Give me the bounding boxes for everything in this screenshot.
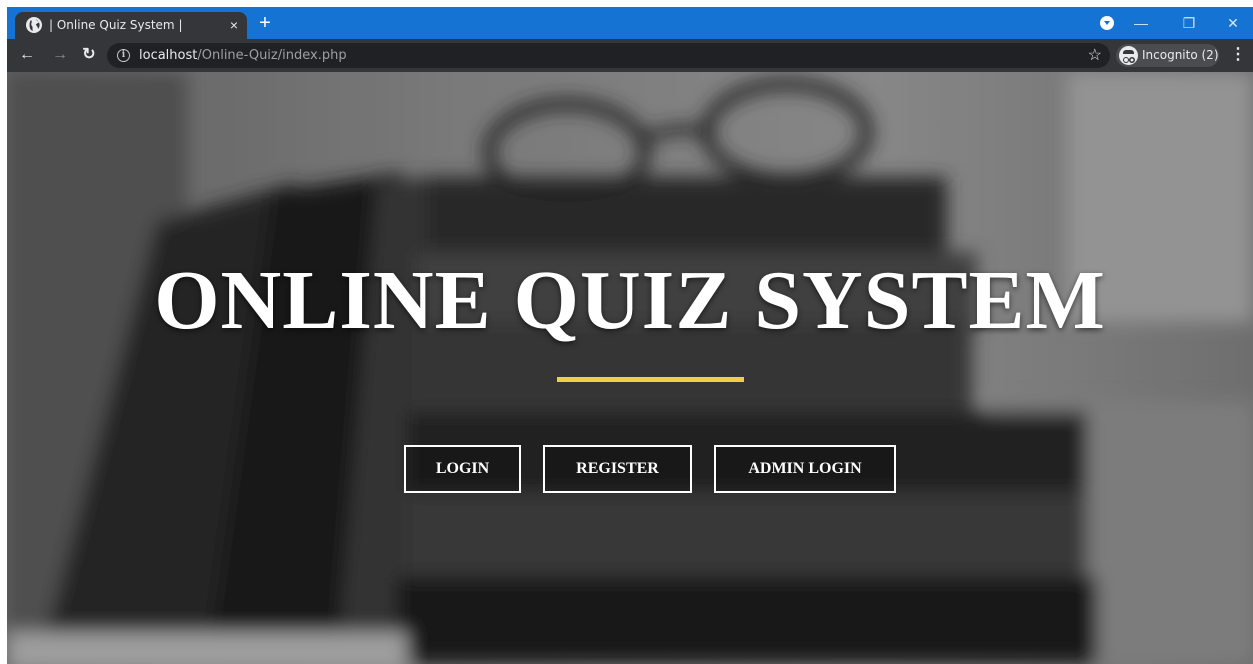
- admin-login-button[interactable]: ADMIN LOGIN: [714, 445, 896, 493]
- globe-icon: [26, 17, 42, 33]
- browser-toolbar: ← → ↻ i localhost/Online-Quiz/index.php …: [7, 39, 1253, 72]
- new-tab-button[interactable]: +: [255, 13, 275, 34]
- arrow-right-icon[interactable]: →: [50, 45, 70, 65]
- info-icon[interactable]: i: [117, 49, 130, 62]
- url-text[interactable]: localhost/Online-Quiz/index.php: [139, 48, 347, 63]
- incognito-badge[interactable]: Incognito (2): [1116, 44, 1219, 67]
- kebab-menu-icon[interactable]: ⋮: [1230, 45, 1246, 65]
- close-icon[interactable]: ✕: [1219, 13, 1247, 33]
- incognito-icon: [1119, 46, 1138, 65]
- login-button[interactable]: LOGIN: [404, 445, 521, 493]
- address-bar[interactable]: i localhost/Online-Quiz/index.php ☆: [107, 43, 1110, 68]
- tab-title: | Online Quiz System |: [49, 18, 183, 32]
- arrow-left-icon[interactable]: ←: [17, 45, 37, 65]
- title-underline: [557, 377, 744, 382]
- page-title: ONLINE QUIZ SYSTEM: [154, 254, 1106, 347]
- incognito-label: Incognito (2): [1142, 48, 1219, 62]
- page-content: ONLINE QUIZ SYSTEM LOGIN REGISTER ADMIN …: [7, 72, 1253, 664]
- minimize-icon[interactable]: —: [1127, 13, 1155, 33]
- profile-dropdown-icon[interactable]: [1100, 16, 1114, 30]
- browser-tab[interactable]: | Online Quiz System | ×: [15, 12, 247, 39]
- background-overlay: [7, 72, 1253, 664]
- browser-titlebar: | Online Quiz System | × + — ❐ ✕: [7, 7, 1253, 39]
- star-icon[interactable]: ☆: [1088, 45, 1102, 65]
- restore-icon[interactable]: ❐: [1175, 13, 1203, 33]
- url-path: /Online-Quiz/index.php: [197, 48, 347, 63]
- tab-close-icon[interactable]: ×: [225, 16, 243, 34]
- reload-icon[interactable]: ↻: [79, 45, 99, 65]
- url-host: localhost: [139, 48, 198, 63]
- register-button[interactable]: REGISTER: [543, 445, 692, 493]
